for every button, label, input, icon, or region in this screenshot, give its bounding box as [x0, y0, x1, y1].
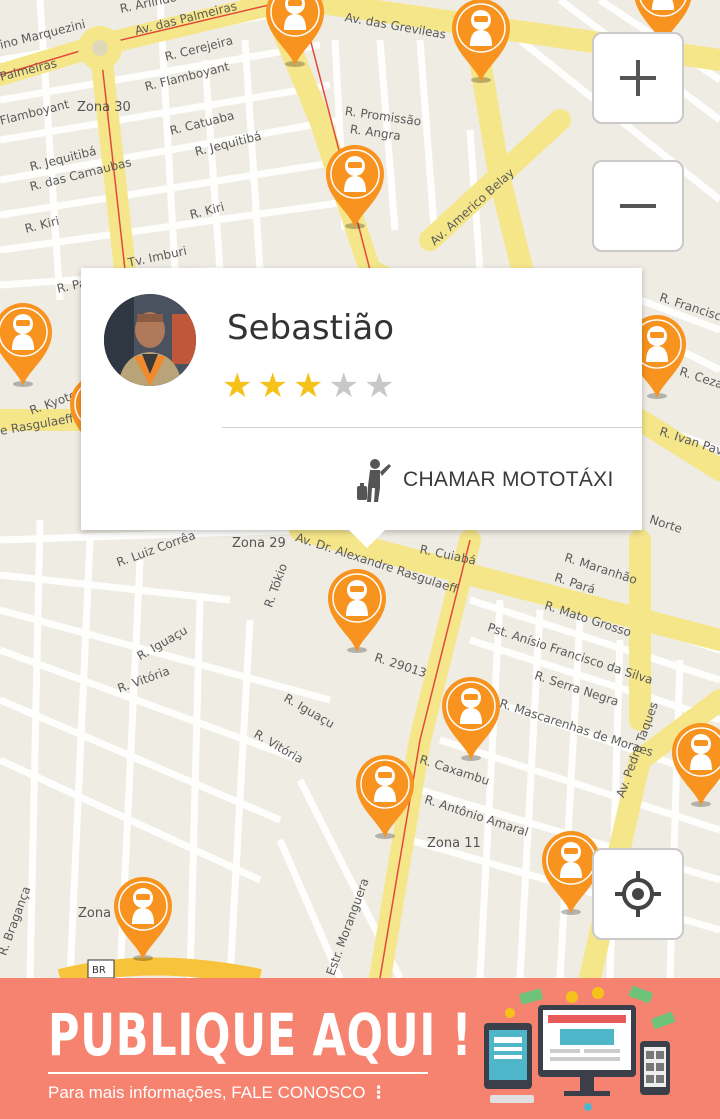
mototaxi-pin-icon[interactable]: [324, 566, 390, 654]
mototaxi-pin-icon[interactable]: [668, 720, 720, 808]
crosshair-icon: [615, 871, 661, 917]
street-label: Zona 30: [77, 100, 131, 115]
call-mototaxi-button[interactable]: CHAMAR MOTOTÁXI: [357, 458, 614, 502]
mototaxi-pin-icon[interactable]: [0, 300, 56, 388]
my-location-button[interactable]: [592, 848, 684, 940]
mototaxi-pin-icon[interactable]: [352, 752, 418, 840]
driver-info-popup: Sebastião ★ ★ ★ ★ ★ CHAMAR MOTOTÁXI: [81, 268, 642, 548]
star-filled-icon: ★: [222, 366, 253, 406]
svg-text:BR: BR: [92, 965, 106, 976]
more-vert-icon: ⋮: [370, 1083, 388, 1103]
driver-rating: ★ ★ ★ ★ ★: [222, 366, 394, 406]
hitchhiker-icon: [357, 459, 391, 502]
street-label: Zona 11: [427, 836, 481, 851]
driver-name: Sebastião: [227, 308, 395, 348]
call-mototaxi-label: CHAMAR MOTOTÁXI: [403, 468, 614, 491]
minus-icon: [620, 204, 656, 208]
banner-title: PUBLIQUE AQUI !: [48, 1001, 473, 1069]
zoom-in-button[interactable]: [592, 32, 684, 124]
star-filled-icon: ★: [292, 366, 324, 406]
mototaxi-pin-icon[interactable]: [438, 674, 504, 762]
mototaxi-pin-icon[interactable]: [448, 0, 514, 84]
mototaxi-pin-icon[interactable]: [322, 142, 388, 230]
mototaxi-pin-icon[interactable]: [110, 874, 176, 962]
banner-subtitle[interactable]: Para mais informações, FALE CONOSCO ⋮: [48, 1083, 387, 1103]
popup-divider: [222, 427, 642, 428]
street-label: Zona 29: [232, 536, 286, 551]
map-view[interactable]: BR R. Arlindo MaAv. das PalmeirasAv. das…: [0, 0, 720, 978]
driver-avatar: [104, 294, 196, 386]
devices-illustration: [484, 985, 676, 1111]
plus-icon: [620, 60, 656, 96]
zoom-out-button[interactable]: [592, 160, 684, 252]
mototaxi-pin-icon[interactable]: [262, 0, 328, 68]
star-empty-icon: ★: [328, 366, 359, 406]
star-empty-icon: ★: [363, 366, 395, 406]
street-label: Zona: [78, 906, 112, 921]
star-filled-icon: ★: [257, 366, 288, 406]
banner-divider: [48, 1072, 428, 1074]
banner-subtitle-text: Para mais informações, FALE CONOSCO: [48, 1083, 366, 1102]
